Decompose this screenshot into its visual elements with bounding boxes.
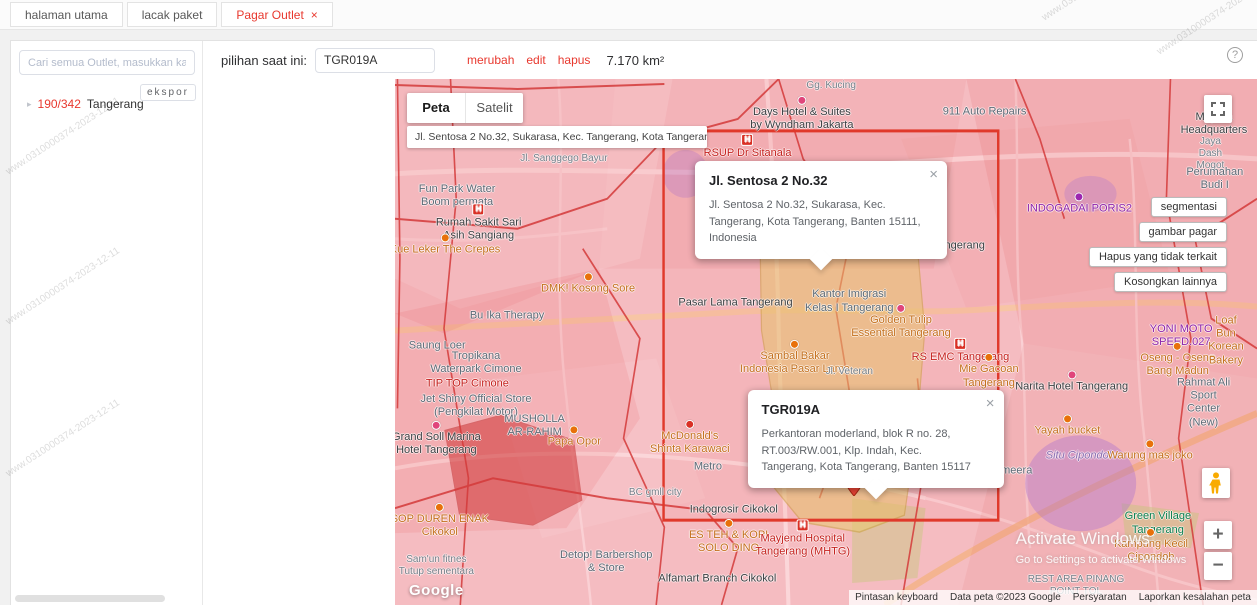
close-tab-icon[interactable]: × xyxy=(311,9,318,21)
info-window-title: TGR019A xyxy=(761,402,821,418)
change-link[interactable]: merubah xyxy=(467,53,514,67)
tab-lacak-paket[interactable]: lacak paket xyxy=(126,2,218,27)
caret-right-icon[interactable]: ▸ xyxy=(27,99,32,110)
close-icon[interactable]: × xyxy=(986,396,995,411)
outlet-search-input[interactable] xyxy=(19,50,195,75)
tab-label: lacak paket xyxy=(141,7,203,22)
map-markers-layer xyxy=(395,79,1257,605)
info-window-address: Jl. Sentosa 2 No.32 Jl. Sentosa 2 No.32,… xyxy=(694,161,947,259)
outlet-sidebar: ekspor ▸ 190/342 Tangerang xyxy=(11,41,203,605)
info-window-body: Perkantoran moderland, blok R no. 28, RT… xyxy=(761,428,971,474)
sidebar-tree-item-tangerang[interactable]: ▸ 190/342 Tangerang xyxy=(27,97,144,111)
map-canvas[interactable]: Gg. Kucing Days Hotel & Suites by Wyndham… xyxy=(395,79,1257,605)
tab-label: halaman utama xyxy=(25,7,108,22)
info-window-outlet: TGR019A Perkantoran moderland, blok R no… xyxy=(747,390,1004,488)
content-area: pilihan saat ini: merubah edit hapus 7.1… xyxy=(203,41,1257,605)
tree-item-name: Tangerang xyxy=(86,97,144,111)
export-button[interactable]: ekspor xyxy=(139,84,196,101)
selection-label: pilihan saat ini: xyxy=(221,52,307,68)
tab-bar: halaman utama lacak paket Pagar Outlet × xyxy=(0,0,1257,30)
selection-value-input[interactable] xyxy=(315,47,435,73)
tab-label: Pagar Outlet xyxy=(236,7,304,22)
tab-halaman-utama[interactable]: halaman utama xyxy=(10,2,123,27)
main-panel: ekspor ▸ 190/342 Tangerang pilihan saat … xyxy=(10,40,1257,605)
info-window-title: Jl. Sentosa 2 No.32 xyxy=(708,173,828,189)
area-value: 7.170 km² xyxy=(606,52,665,68)
delete-link[interactable]: hapus xyxy=(558,53,591,67)
tab-pagar-outlet[interactable]: Pagar Outlet × xyxy=(221,2,333,27)
edit-link[interactable]: edit xyxy=(526,53,545,67)
info-window-body: Jl. Sentosa 2 No.32, Sukarasa, Kec. Tang… xyxy=(708,199,921,245)
tree-item-count: 190/342 xyxy=(37,97,81,111)
horizontal-scrollbar[interactable] xyxy=(15,595,165,602)
help-icon[interactable]: ? xyxy=(1227,47,1243,63)
selection-toolbar: pilihan saat ini: merubah edit hapus 7.1… xyxy=(203,41,1257,79)
close-icon[interactable]: × xyxy=(929,167,938,182)
